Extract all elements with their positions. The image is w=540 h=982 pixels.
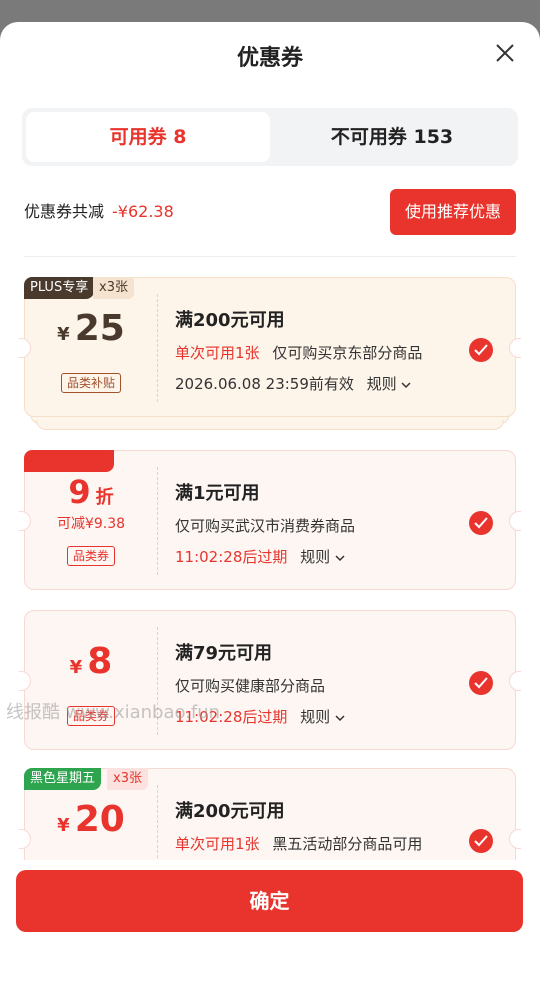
plus-badge: PLUS专享	[24, 277, 95, 299]
chevron-down-icon	[401, 382, 411, 389]
summary-amount: -¥62.38	[112, 202, 174, 221]
coupon-amount: ¥ 8	[25, 641, 157, 682]
discount-value: 9	[68, 473, 91, 511]
coupon-expire: 11:02:28后过期	[175, 548, 288, 566]
coupon-tag-wrap: 品类补贴	[25, 372, 157, 393]
amount-value: 8	[87, 641, 113, 682]
tab-available[interactable]: 可用券 8	[26, 112, 270, 162]
black-friday-badge: 黑色星期五	[24, 768, 102, 790]
discount-summary: 优惠券共减 -¥62.38	[24, 198, 174, 222]
usage-limit: 单次可用1张	[175, 344, 260, 362]
check-circle-icon[interactable]	[469, 829, 493, 853]
coupon-amount: ¥ 20	[25, 799, 157, 840]
close-icon[interactable]	[494, 42, 516, 64]
ticket-notch	[509, 829, 521, 849]
divider	[24, 256, 516, 257]
coupon-card[interactable]: PLUS专享 x3张 ¥ 25 品类补贴 满200元可用 单次可用1张 仅可购买…	[19, 277, 521, 417]
check-circle-icon[interactable]	[469, 511, 493, 535]
amount-value: 25	[74, 308, 125, 349]
coupon-condition: 满200元可用	[175, 310, 285, 331]
coupon-count: x3张	[107, 768, 148, 790]
coupon-scope-line: 单次可用1张 黑五活动部分商品可用	[175, 833, 455, 854]
rule-link[interactable]: 规则	[367, 375, 412, 393]
summary-label: 优惠券共减	[24, 202, 105, 221]
rule-link[interactable]: 规则	[300, 708, 345, 726]
coupon-sheet: 优惠券 可用券 8 不可用券 153 优惠券共减 -¥62.38 使用推荐优惠 P…	[0, 22, 540, 982]
coupon-count: x3张	[93, 277, 134, 299]
tab-unavailable[interactable]: 不可用券 153	[270, 112, 514, 162]
dashed-separator	[157, 467, 158, 575]
usage-limit: 单次可用1张	[175, 835, 260, 853]
coupon-validity: 2026.06.08 23:59前有效	[175, 375, 354, 393]
check-circle-icon[interactable]	[469, 671, 493, 695]
coupon-validity-line: 2026.06.08 23:59前有效 规则	[175, 373, 455, 394]
coupon-info: 满1元可用 仅可购买武汉市消费券商品 11:02:28后过期 规则	[175, 479, 455, 567]
check-circle-icon[interactable]	[469, 338, 493, 362]
rule-link[interactable]: 规则	[300, 548, 345, 566]
coupon-condition: 满1元可用	[175, 483, 260, 504]
ticket-notch	[509, 671, 521, 691]
confirm-button[interactable]: 确定	[16, 870, 523, 932]
dashed-separator	[157, 294, 158, 402]
amount-value: 20	[74, 799, 125, 840]
watermark: 线报酷 www.xianbao.fun	[6, 702, 221, 723]
coupon-card[interactable]: 武汉市消费券 9 折 可减¥9.38 品类券 满1元可用 仅可购买武汉市消费券商…	[19, 450, 521, 590]
coupon-tag: 品类券	[66, 546, 115, 566]
footer-bar: 确定	[0, 860, 540, 982]
currency-symbol: ¥	[57, 324, 70, 345]
coupon-scope: 仅可购买武汉市消费券商品	[175, 517, 356, 535]
coupon-expire-line: 11:02:28后过期 规则	[175, 546, 455, 567]
coupon-scope: 黑五活动部分商品可用	[272, 835, 423, 853]
currency-symbol: ¥	[69, 657, 83, 678]
wuhan-badge: 武汉市消费券	[24, 450, 115, 472]
coupon-discount: 9 折	[25, 473, 157, 511]
coupon-scope: 仅可购买健康部分商品	[175, 677, 326, 695]
currency-symbol: ¥	[57, 815, 70, 836]
use-recommended-button[interactable]: 使用推荐优惠	[390, 189, 516, 235]
discount-unit: 折	[95, 487, 114, 508]
chevron-down-icon	[335, 715, 345, 722]
coupon-info: 满200元可用 单次可用1张 黑五活动部分商品可用	[175, 797, 455, 854]
coupon-info: 满200元可用 单次可用1张 仅可购买京东部分商品 2026.06.08 23:…	[175, 306, 455, 394]
sheet-title: 优惠券	[236, 46, 303, 71]
coupon-tag-wrap: 品类券	[25, 545, 157, 566]
coupon-condition: 满200元可用	[175, 801, 285, 822]
coupon-scope: 仅可购买京东部分商品	[272, 344, 423, 362]
coupon-card[interactable]: ¥ 8 品类券 满79元可用 仅可购买健康部分商品 11:02:28后过期 规则	[19, 610, 521, 750]
max-reduce: 可减¥9.38	[56, 516, 126, 532]
coupon-stack-shadow	[36, 420, 504, 430]
coupon-tabs: 可用券 8 不可用券 153	[22, 108, 518, 166]
chevron-down-icon	[335, 555, 345, 562]
coupon-tag: 品类补贴	[60, 373, 121, 393]
coupon-scope-line: 单次可用1张 仅可购买京东部分商品	[175, 342, 455, 363]
ticket-notch	[509, 511, 521, 531]
ticket-notch	[509, 338, 521, 358]
coupon-amount: ¥ 25	[25, 308, 157, 349]
coupon-condition: 满79元可用	[175, 643, 273, 664]
